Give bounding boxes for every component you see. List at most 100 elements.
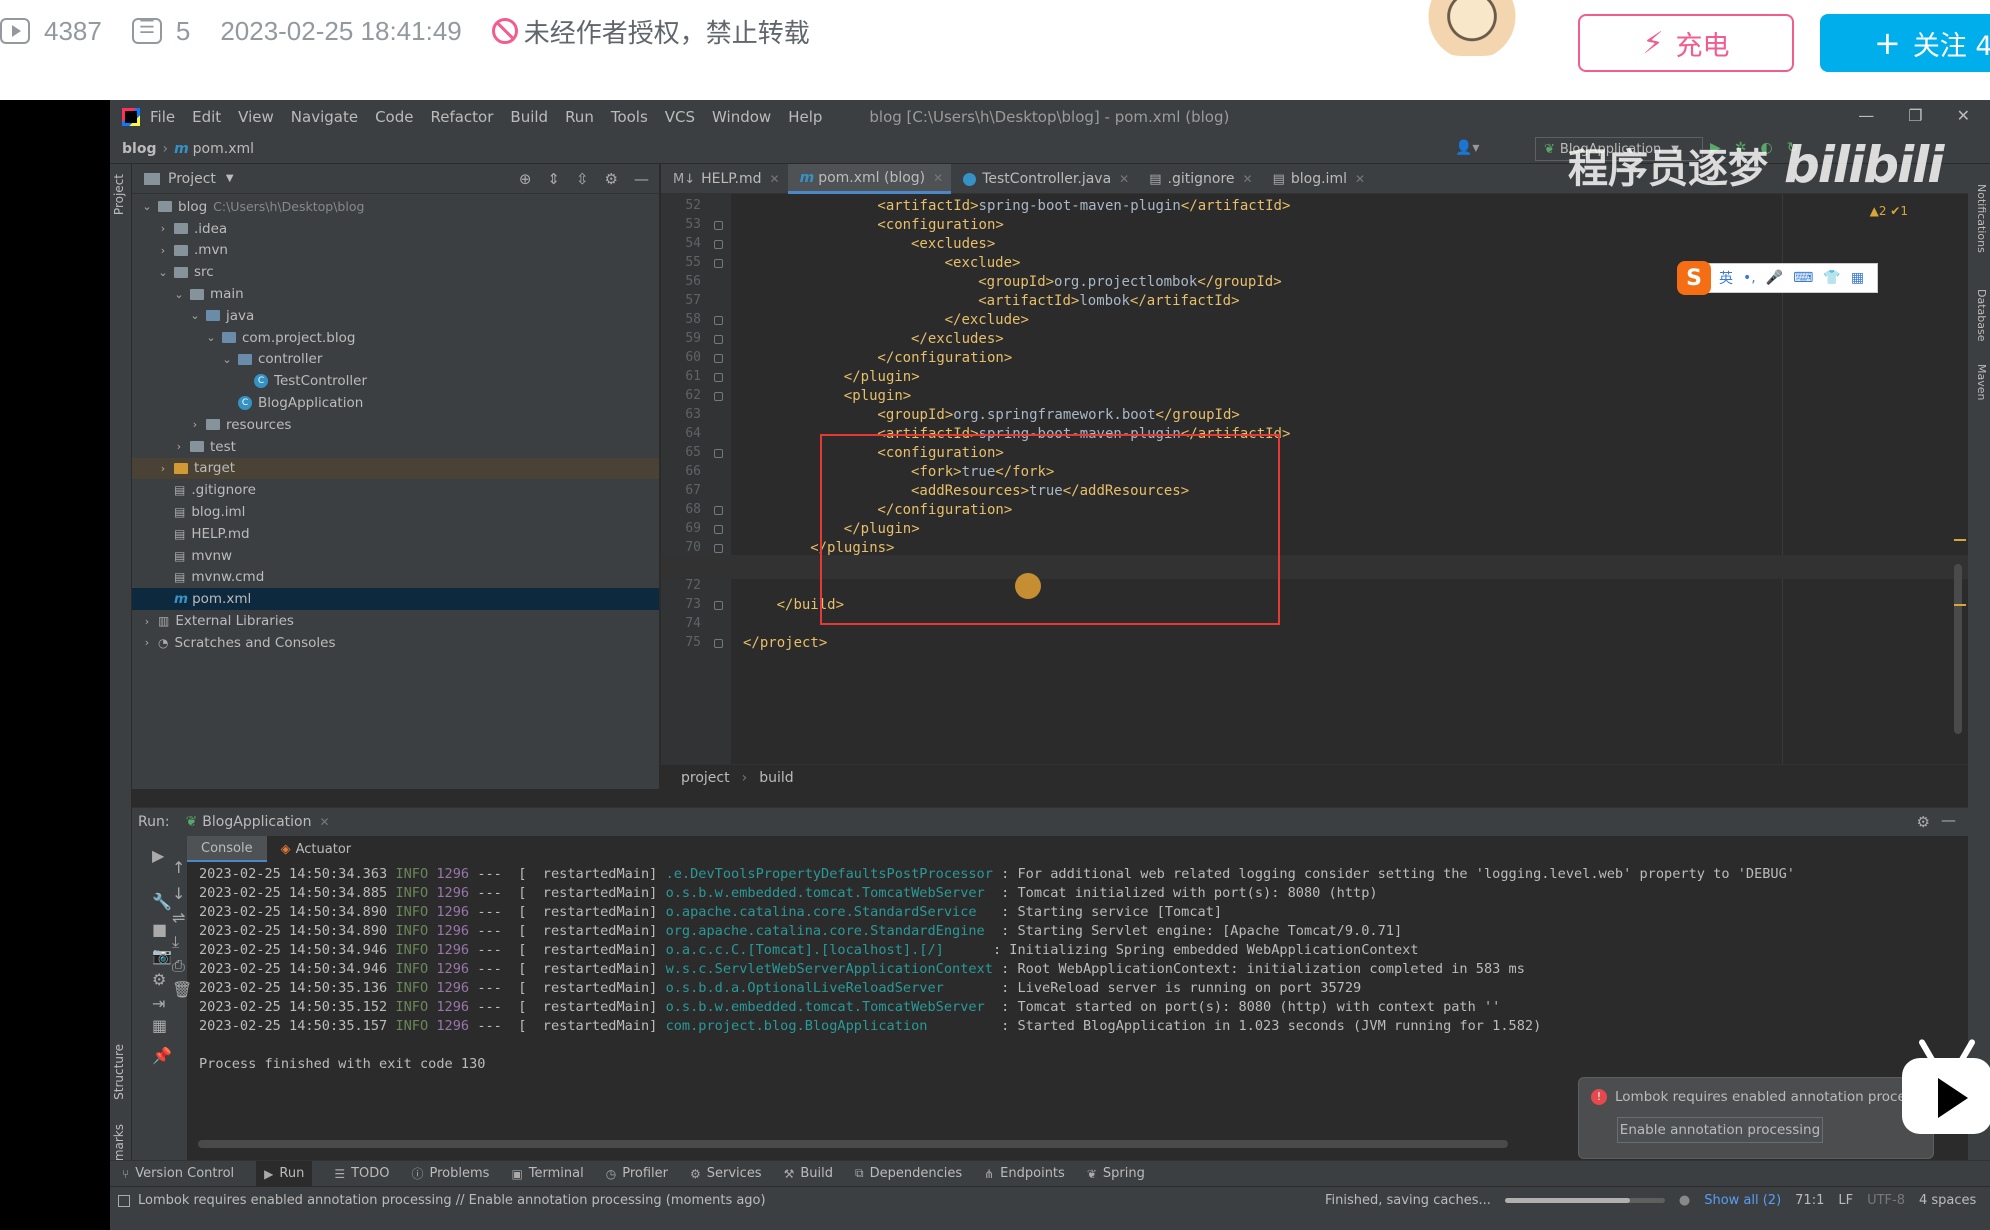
enable-annotation-processing-button[interactable]: Enable annotation processing xyxy=(1617,1117,1823,1143)
camera-icon[interactable]: 📷 xyxy=(152,946,172,965)
wrench-icon[interactable]: 🔧 xyxy=(152,892,172,911)
keyboard-icon[interactable]: ⌨ xyxy=(1793,270,1813,286)
nav-crumb-project[interactable]: blog xyxy=(122,141,156,157)
chevron-down-icon[interactable]: ⌄ xyxy=(204,331,218,344)
settings-icon[interactable]: ⚙ xyxy=(152,970,166,989)
tree-item[interactable]: ⌄ src xyxy=(132,261,659,283)
tool-window-run[interactable]: ▶ Run xyxy=(256,1160,313,1187)
print-icon[interactable]: ⎙ xyxy=(172,956,185,976)
notifications-tool-tab[interactable]: Notifications xyxy=(1975,184,1988,253)
tree-item[interactable]: ▤ .gitignore xyxy=(132,479,659,501)
microphone-icon[interactable]: 🎤 xyxy=(1766,270,1783,286)
locate-icon[interactable]: ⊕ xyxy=(519,170,532,188)
close-tab-icon[interactable]: ✕ xyxy=(1119,172,1129,186)
tree-item[interactable]: C BlogApplication xyxy=(132,392,659,414)
editor-tab[interactable]: m pom.xml (blog) ✕ xyxy=(787,164,952,194)
error-stripe-mark[interactable] xyxy=(1954,604,1966,606)
breadcrumb-build[interactable]: build xyxy=(759,770,793,786)
tab-console[interactable]: Console xyxy=(187,836,267,862)
chevron-right-icon[interactable]: › xyxy=(188,418,202,431)
exit-icon[interactable]: ⇥ xyxy=(152,994,165,1013)
log-logger[interactable]: com.project.blog.BlogApplication xyxy=(666,1018,993,1034)
tool-window-spring[interactable]: ❦ Spring xyxy=(1087,1166,1145,1181)
inspection-widget[interactable]: ▲2 ✔1 xyxy=(1870,204,1908,218)
menu-item-file[interactable]: File xyxy=(150,108,175,126)
tree-item[interactable]: › ▥ External Libraries xyxy=(132,610,659,632)
log-logger[interactable]: o.s.b.w.embedded.tomcat.TomcatWebServer xyxy=(666,885,993,901)
database-tool-tab[interactable]: Database xyxy=(1975,289,1988,342)
file-encoding[interactable]: UTF-8 xyxy=(1867,1193,1905,1208)
menu-item-navigate[interactable]: Navigate xyxy=(291,108,358,126)
menu-item-edit[interactable]: Edit xyxy=(192,108,221,126)
menu-item-code[interactable]: Code xyxy=(375,108,413,126)
project-panel-title[interactable]: Project xyxy=(168,171,216,187)
tool-window-problems[interactable]: ⓘ Problems xyxy=(412,1165,490,1182)
tree-item[interactable]: ⌄ main xyxy=(132,283,659,305)
stop-icon[interactable]: ■ xyxy=(152,920,167,939)
tree-item[interactable]: m pom.xml xyxy=(132,588,659,611)
toolbox-icon[interactable]: ▦ xyxy=(1851,270,1864,286)
chevron-right-icon[interactable]: › xyxy=(156,244,170,257)
menu-item-run[interactable]: Run xyxy=(565,108,594,126)
cancel-icon[interactable]: ● xyxy=(1679,1193,1690,1208)
chevron-right-icon[interactable]: › xyxy=(140,615,154,628)
log-logger[interactable]: o.s.b.w.embedded.tomcat.TomcatWebServer xyxy=(666,999,993,1015)
log-logger[interactable]: w.s.c.ServletWebServerApplicationContext xyxy=(666,961,993,977)
structure-tool-tab[interactable]: Structure xyxy=(112,1044,126,1100)
tree-item[interactable]: ⌄ controller xyxy=(132,349,659,371)
charge-button[interactable]: ⚡ 充电 xyxy=(1578,14,1794,72)
chevron-right-icon[interactable]: › xyxy=(140,636,154,649)
indent-setting[interactable]: 4 spaces xyxy=(1919,1193,1976,1208)
editor-tab[interactable]: M↓ HELP.md ✕ xyxy=(661,164,788,194)
log-logger[interactable]: o.a.c.c.C.[Tomcat].[localhost].[/] xyxy=(666,942,985,958)
line-separator[interactable]: LF xyxy=(1838,1193,1853,1208)
log-logger[interactable]: .e.DevToolsPropertyDefaultsPostProcessor xyxy=(666,866,993,882)
chevron-right-icon[interactable]: › xyxy=(156,222,170,235)
uploader-avatar[interactable] xyxy=(1412,0,1532,56)
chevron-down-icon[interactable]: ⌄ xyxy=(188,309,202,322)
breadcrumb-project[interactable]: project xyxy=(681,770,730,786)
menu-item-refactor[interactable]: Refactor xyxy=(430,108,493,126)
status-message[interactable]: Lombok requires enabled annotation proce… xyxy=(118,1193,766,1208)
close-tab-icon[interactable]: ✕ xyxy=(770,172,780,186)
scroll-up-icon[interactable]: ↑ xyxy=(172,858,185,877)
menu-item-build[interactable]: Build xyxy=(510,108,548,126)
hide-icon[interactable]: — xyxy=(634,170,649,188)
close-tab-icon[interactable]: ✕ xyxy=(1243,172,1253,186)
soft-wrap-icon[interactable]: ⇌ xyxy=(172,908,185,927)
log-logger[interactable]: o.s.b.d.a.OptionalLiveReloadServer xyxy=(666,980,993,996)
chevron-down-icon[interactable]: ⌄ xyxy=(156,266,170,279)
close-tab-icon[interactable]: ✕ xyxy=(1355,172,1365,186)
tree-item[interactable]: ⌄ java xyxy=(132,305,659,327)
editor-scrollbar[interactable] xyxy=(1954,564,1962,734)
show-all-tasks-link[interactable]: Show all (2) xyxy=(1704,1193,1781,1208)
tree-item[interactable]: ⌄ blog C:\Users\h\Desktop\blog xyxy=(132,196,659,218)
run-tab-label[interactable]: BlogApplication xyxy=(202,814,311,830)
chevron-right-icon[interactable]: › xyxy=(172,440,186,453)
minimize-icon[interactable]: — xyxy=(1858,106,1874,125)
gear-icon[interactable]: ⚙ xyxy=(605,170,618,188)
close-tab-icon[interactable]: ✕ xyxy=(933,171,943,185)
caret-position[interactable]: 71:1 xyxy=(1795,1193,1824,1208)
tool-window-version-control[interactable]: ⑂ Version Control xyxy=(122,1166,234,1181)
tree-item[interactable]: ▤ mvnw.cmd xyxy=(132,567,659,589)
menu-item-window[interactable]: Window xyxy=(712,108,771,126)
tool-window-endpoints[interactable]: ⋔ Endpoints xyxy=(984,1166,1065,1181)
editor-tab[interactable]: ▤ .gitignore ✕ xyxy=(1137,164,1260,194)
tree-item[interactable]: › resources xyxy=(132,414,659,436)
close-tab-icon[interactable]: ✕ xyxy=(319,815,329,829)
tree-item[interactable]: › .idea xyxy=(132,218,659,240)
error-stripe-mark[interactable] xyxy=(1954,539,1966,541)
menu-item-help[interactable]: Help xyxy=(788,108,822,126)
ime-language[interactable]: 英 xyxy=(1719,268,1733,288)
rerun-icon[interactable]: ▶ xyxy=(152,846,164,865)
chevron-right-icon[interactable]: › xyxy=(156,462,170,475)
menu-item-vcs[interactable]: VCS xyxy=(665,108,695,126)
punctuation-icon[interactable]: •, xyxy=(1743,270,1756,286)
pin-icon[interactable]: 📌 xyxy=(152,1046,172,1065)
tree-item[interactable]: › target xyxy=(132,457,659,480)
gear-icon[interactable]: ⚙ xyxy=(1917,813,1930,831)
tool-window-profiler[interactable]: ◷ Profiler xyxy=(606,1166,668,1181)
log-logger[interactable]: o.apache.catalina.core.StandardService xyxy=(666,904,993,920)
tree-item[interactable]: ▤ HELP.md xyxy=(132,523,659,545)
